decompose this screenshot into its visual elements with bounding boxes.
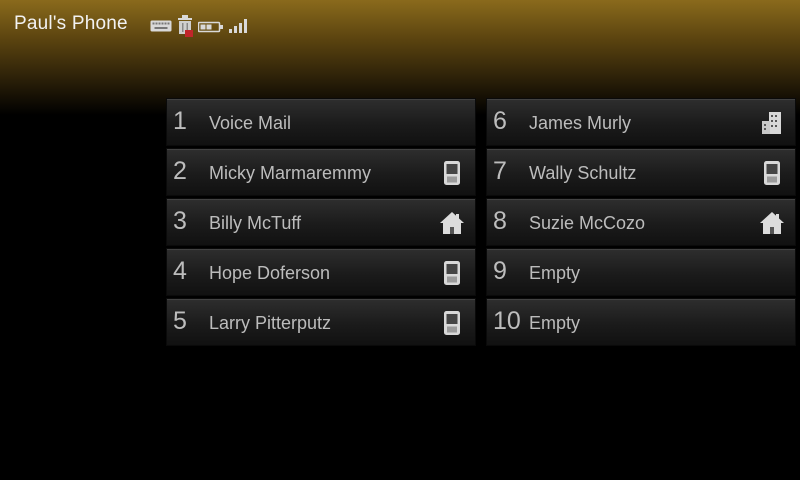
slot-contact-name: James Murly <box>529 113 632 133</box>
slot-number: 3 <box>173 207 187 235</box>
home-icon <box>439 210 465 236</box>
slot-number: 1 <box>173 107 187 135</box>
speed-dial-slot-9[interactable]: 9 Empty <box>486 248 796 296</box>
slot-number: 7 <box>493 157 507 185</box>
trash-icon <box>176 14 194 43</box>
slot-number: 6 <box>493 107 507 135</box>
phone-screen: Paul's Phone 1 Voice Mail 6 James Murly … <box>0 0 800 480</box>
speed-dial-slot-3[interactable]: 3 Billy McTuff <box>166 198 476 246</box>
slot-contact-name: Billy McTuff <box>209 213 302 233</box>
speed-dial-slot-1[interactable]: 1 Voice Mail <box>166 98 476 146</box>
slot-number: 8 <box>493 207 507 235</box>
slot-number: 5 <box>173 307 187 335</box>
status-bar-icons <box>150 14 250 43</box>
slot-contact-name: Micky Marmaremmy <box>209 163 371 183</box>
slot-contact-name: Empty <box>529 313 581 333</box>
keyboard-icon <box>150 19 172 38</box>
page-title: Paul's Phone <box>14 13 128 34</box>
speed-dial-slot-6[interactable]: 6 James Murly <box>486 98 796 146</box>
slot-contact-name: Larry Pitterputz <box>209 313 332 333</box>
slot-contact-name: Empty <box>529 263 581 283</box>
slot-number: 2 <box>173 157 187 185</box>
speed-dial-slot-2[interactable]: 2 Micky Marmaremmy <box>166 148 476 196</box>
slot-contact-name: Hope Doferson <box>209 263 331 283</box>
mobile-phone-icon <box>439 160 465 186</box>
slot-number: 10 <box>493 307 521 335</box>
battery-icon <box>197 20 224 38</box>
speed-dial-grid: 1 Voice Mail 6 James Murly 2 Micky Marma… <box>166 98 796 346</box>
home-icon <box>759 210 785 236</box>
speed-dial-slot-10[interactable]: 10 Empty <box>486 298 796 346</box>
mobile-phone-icon <box>759 160 785 186</box>
speed-dial-slot-4[interactable]: 4 Hope Doferson <box>166 248 476 296</box>
mobile-phone-icon <box>439 310 465 336</box>
speed-dial-slot-8[interactable]: 8 Suzie McCozo <box>486 198 796 246</box>
signal-icon <box>228 18 250 39</box>
speed-dial-slot-7[interactable]: 7 Wally Schultz <box>486 148 796 196</box>
speed-dial-slot-5[interactable]: 5 Larry Pitterputz <box>166 298 476 346</box>
slot-contact-name: Wally Schultz <box>529 163 637 183</box>
slot-contact-name: Suzie McCozo <box>529 213 646 233</box>
slot-number: 4 <box>173 257 187 285</box>
slot-number: 9 <box>493 257 507 285</box>
slot-contact-name: Voice Mail <box>209 113 292 133</box>
mobile-phone-icon <box>439 260 465 286</box>
office-building-icon <box>759 110 785 136</box>
